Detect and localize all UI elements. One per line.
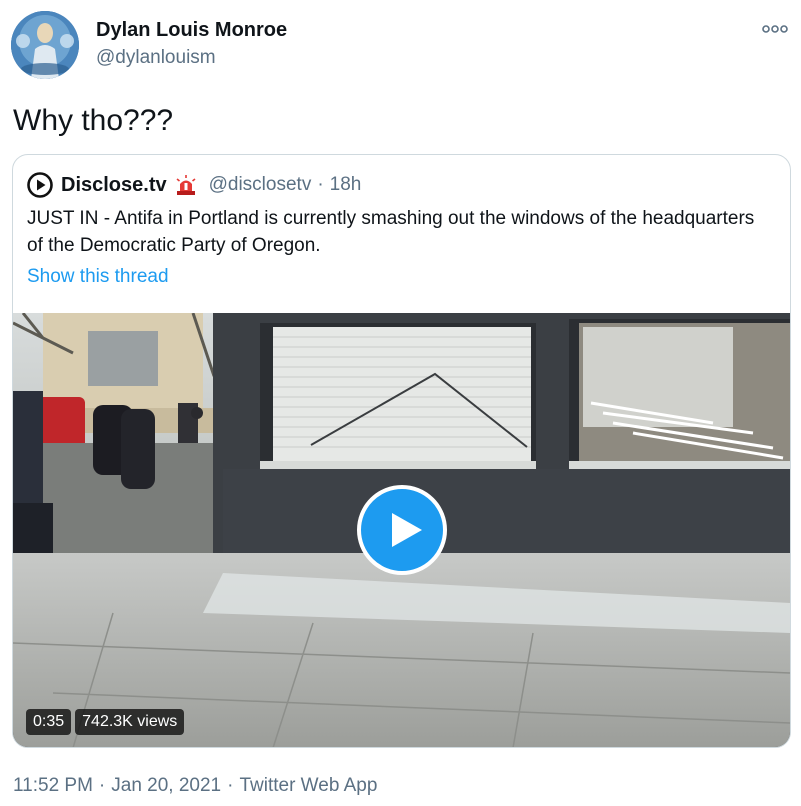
play-button[interactable] [357, 485, 447, 575]
disclose-logo-icon [27, 172, 53, 198]
avatar-image [11, 11, 79, 79]
tweet-source[interactable]: Twitter Web App [239, 775, 377, 796]
tweet-text: Why tho??? [13, 104, 174, 137]
tweet: Dylan Louis Monroe @dylanlouism Why tho?… [0, 0, 801, 806]
quoted-tweet-text: JUST IN - Antifa in Portland is currentl… [27, 208, 755, 256]
quoted-author-handle: @disclosetv [208, 174, 312, 195]
show-thread-link[interactable]: Show this thread [27, 266, 169, 288]
tweet-date[interactable]: Jan 20, 2021 [111, 775, 221, 796]
quoted-author-name[interactable]: Disclose.tv [61, 174, 167, 197]
video-player[interactable]: 0:35 742.3K views [13, 313, 790, 747]
tweet-time[interactable]: 11:52 PM [13, 775, 93, 796]
more-dots-icon [762, 25, 788, 33]
more-options-button[interactable] [760, 19, 790, 39]
video-views: 742.3K views [75, 709, 185, 735]
quoted-timestamp[interactable]: 18h [330, 174, 362, 196]
author-avatar[interactable] [11, 11, 79, 79]
rotating-light-icon [176, 175, 196, 195]
footer-separator: · [98, 775, 106, 796]
author-handle[interactable]: @dylanlouism [96, 47, 216, 69]
video-meta: 0:35 742.3K views [26, 709, 185, 735]
tweet-footer: 11:52 PM · Jan 20, 2021 · Twitter Web App [13, 775, 377, 797]
quoted-tweet-header: Disclose.tv @disclosetv · 18h [27, 171, 361, 199]
footer-separator: · [227, 775, 234, 796]
video-duration: 0:35 [26, 709, 72, 735]
quoted-separator: · [317, 174, 324, 195]
play-icon [392, 513, 422, 547]
quoted-tweet[interactable]: Disclose.tv @disclosetv · 18h JUST IN - … [12, 154, 791, 748]
author-name[interactable]: Dylan Louis Monroe [96, 19, 287, 42]
